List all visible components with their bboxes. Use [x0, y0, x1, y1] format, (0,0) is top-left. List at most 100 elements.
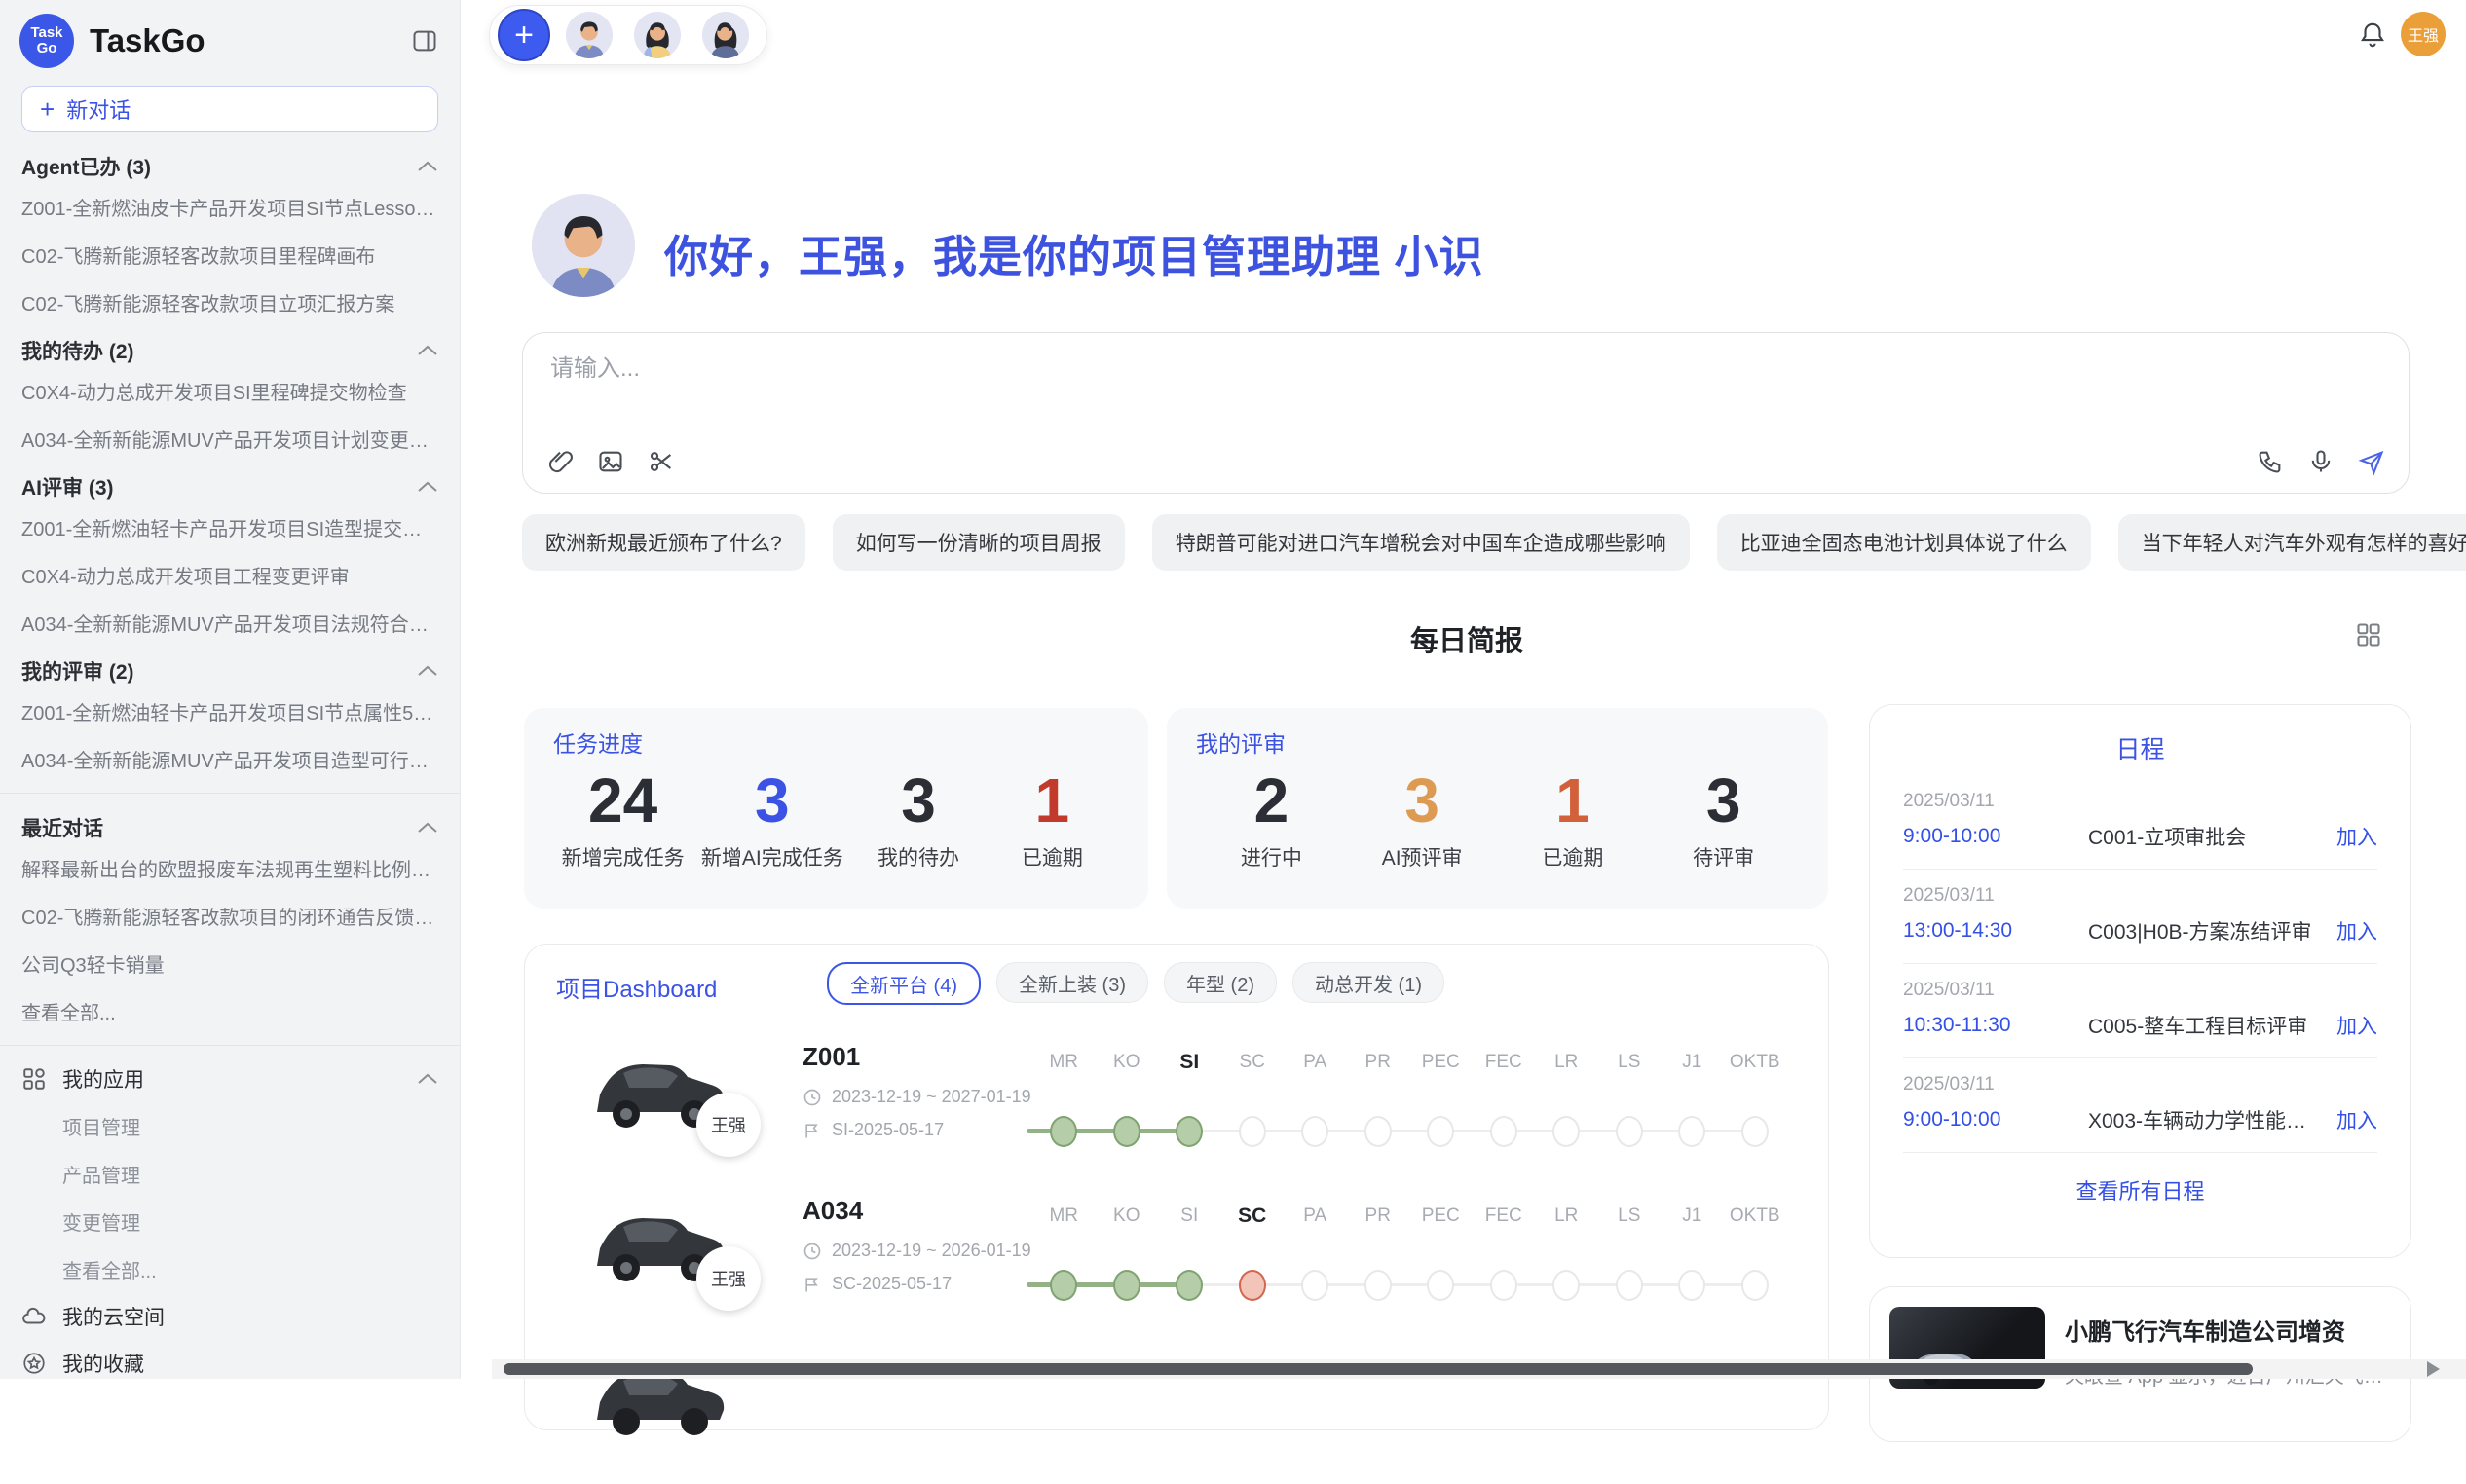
send-icon[interactable] [2358, 448, 2385, 475]
milestone-node [1427, 1116, 1454, 1147]
app-sub-item[interactable]: 查看全部... [0, 1245, 460, 1293]
sidebar-section-header[interactable]: Agent已办 (3) [0, 142, 460, 183]
scrollbar-thumb[interactable] [504, 1363, 2253, 1375]
chevron-up-icon[interactable] [417, 481, 438, 493]
app-title: TaskGo [90, 22, 411, 59]
suggestion-chip[interactable]: 特朗普可能对进口汽车增税会对中国车企造成哪些影响 [1152, 514, 1690, 571]
milestone-label: MR [1032, 1052, 1096, 1073]
join-link[interactable]: 加入 [2336, 1011, 2377, 1040]
sidebar-section-recent[interactable]: 最近对话 [0, 803, 460, 844]
recent-chat-item[interactable]: C02-飞腾新能源轻客改款项目的闭环通告反馈情况 [0, 892, 460, 940]
horizontal-scrollbar[interactable] [492, 1359, 2466, 1379]
sidebar-section-header[interactable]: 我的待办 (2) [0, 326, 460, 367]
chevron-up-icon[interactable] [417, 822, 438, 834]
join-link[interactable]: 加入 [2336, 916, 2377, 946]
attachment-icon[interactable] [546, 448, 574, 475]
sidebar: Task Go TaskGo + 新对话 Agent已办 (3) Z001-全新… [0, 0, 461, 1379]
milestone: LS [1598, 1206, 1662, 1301]
sidebar-section-header[interactable]: 我的评审 (2) [0, 647, 460, 687]
agent-avatar-2[interactable] [634, 12, 681, 58]
suggestion-chip[interactable]: 当下年轻人对汽车外观有怎样的喜好趋势 [2118, 514, 2466, 571]
stat-value: 2 [1213, 764, 1329, 836]
user-avatar[interactable]: 王强 [2401, 12, 2446, 56]
sidebar-task-item[interactable]: C0X4-动力总成开发项目工程变更评审 [0, 551, 460, 599]
recent-chat-item[interactable]: 公司Q3轻卡销量 [0, 940, 460, 987]
join-link[interactable]: 加入 [2336, 1105, 2377, 1134]
assistant-avatar [532, 194, 635, 297]
flag-icon [803, 1275, 822, 1294]
suggestion-chip[interactable]: 如何写一份清晰的项目周报 [833, 514, 1125, 571]
dashboard-tab[interactable]: 全新上装 (3) [996, 962, 1148, 1003]
suggestion-chip[interactable]: 比亚迪全固态电池计划具体说了什么 [1717, 514, 2091, 571]
project-row-partial[interactable] [525, 1330, 1830, 1484]
sidebar-task-item[interactable]: C02-飞腾新能源轻客改款项目立项汇报方案 [0, 278, 460, 326]
sidebar-item-my-apps[interactable]: 我的应用 [0, 1056, 460, 1102]
schedule-event: 2025/03/11 9:00-10:00 X003-车辆动力学性能验... 加… [1903, 1058, 2377, 1153]
chevron-up-icon[interactable] [417, 345, 438, 356]
join-link[interactable]: 加入 [2336, 822, 2377, 851]
milestone-node [1301, 1270, 1328, 1301]
dashboard-tab[interactable]: 动总开发 (1) [1292, 962, 1444, 1003]
milestone: SC [1221, 1052, 1285, 1147]
sidebar-task-item[interactable]: A034-全新新能源MUV产品开发项目计划变更表编写 [0, 415, 460, 463]
sidebar-task-item[interactable]: C02-飞腾新能源轻客改款项目里程碑画布 [0, 231, 460, 278]
milestone-label: LS [1598, 1052, 1662, 1073]
stat-value: 3 [1665, 764, 1782, 836]
add-agent-button[interactable]: + [498, 9, 550, 61]
sidebar-task-item[interactable]: Z001-全新燃油皮卡产品开发项目SI节点Lesson Learn报告 [0, 183, 460, 231]
project-dates: 2023-12-19 ~ 2026-01-19 [803, 1241, 1031, 1261]
dashboard-tab[interactable]: 全新平台 (4) [827, 962, 981, 1005]
agent-avatar-3[interactable] [702, 12, 749, 58]
image-icon[interactable] [597, 448, 624, 475]
milestone: SI [1158, 1052, 1221, 1147]
sidebar-task-item[interactable]: Z001-全新燃油轻卡产品开发项目SI节点属性5D文件评审 [0, 687, 460, 735]
card-title: 我的评审 [1196, 725, 1799, 759]
milestone-label: PEC [1409, 1052, 1473, 1073]
app-sub-item[interactable]: 产品管理 [0, 1150, 460, 1198]
phone-icon[interactable] [2257, 448, 2284, 475]
microphone-icon[interactable] [2307, 448, 2335, 475]
milestone-label: OKTB [1724, 1052, 1787, 1073]
recent-chat-item[interactable]: 解释最新出台的欧盟报废车法规再生塑料比例被调至15%... [0, 844, 460, 892]
suggestion-chips: 欧洲新规最近颁布了什么? 如何写一份清晰的项目周报 特朗普可能对进口汽车增税会对… [522, 514, 2411, 571]
sidebar-task-item[interactable]: A034-全新新能源MUV产品开发项目造型可行性评审 [0, 735, 460, 783]
chat-input[interactable] [548, 354, 2111, 384]
milestone-node [1490, 1116, 1517, 1147]
sidebar-item-favorites[interactable]: 我的收藏 [0, 1340, 460, 1379]
milestone-label: PA [1284, 1052, 1347, 1073]
chevron-up-icon[interactable] [417, 161, 438, 172]
sidebar-task-item[interactable]: C0X4-动力总成开发项目SI里程碑提交物检查 [0, 367, 460, 415]
chevron-up-icon[interactable] [417, 1073, 438, 1085]
recent-chat-item[interactable]: 查看全部... [0, 987, 460, 1035]
project-row[interactable]: 王强 A034 2023-12-19 ~ 2026-01-19 SC-2025-… [525, 1176, 1830, 1330]
app-sub-item[interactable]: 变更管理 [0, 1198, 460, 1245]
new-chat-button[interactable]: + 新对话 [21, 86, 438, 132]
app-sub-item[interactable]: 项目管理 [0, 1102, 460, 1150]
sidebar-task-item[interactable]: Z001-全新燃油轻卡产品开发项目SI造型提交物评审 [0, 503, 460, 551]
milestone-label: FEC [1473, 1052, 1536, 1073]
collapse-sidebar-icon[interactable] [411, 27, 438, 55]
view-all-schedule-link[interactable]: 查看所有日程 [1903, 1153, 2377, 1227]
notification-bell-icon[interactable] [2358, 20, 2387, 50]
milestone-label: PR [1347, 1206, 1410, 1227]
suggestion-chip[interactable]: 欧洲新规最近颁布了什么? [522, 514, 805, 571]
milestone: OKTB [1724, 1052, 1787, 1147]
event-name: C001-立项审批会 [2088, 822, 2323, 851]
milestone: PR [1347, 1052, 1410, 1147]
chevron-up-icon[interactable] [417, 665, 438, 677]
layout-grid-icon[interactable] [2355, 621, 2382, 649]
stat-value: 1 [993, 764, 1110, 836]
chat-input-box[interactable] [522, 332, 2410, 494]
sidebar-section-header[interactable]: AI评审 (3) [0, 463, 460, 503]
project-code: Z001 [803, 1042, 860, 1072]
project-row[interactable]: 王强 Z001 2023-12-19 ~ 2027-01-19 SI-2025-… [525, 1022, 1830, 1176]
milestone: MR [1032, 1052, 1096, 1147]
dashboard-tab[interactable]: 年型 (2) [1164, 962, 1277, 1003]
sidebar-task-item[interactable]: A034-全新新能源MUV产品开发项目法规符合性评审 [0, 599, 460, 647]
topbar-agent-pill: + [489, 5, 767, 65]
sidebar-item-cloud-space[interactable]: 我的云空间 [0, 1293, 460, 1340]
stat-value: 1 [1514, 764, 1631, 836]
agent-avatar-1[interactable] [566, 12, 613, 58]
scroll-right-arrow[interactable] [2427, 1361, 2440, 1377]
scissors-icon[interactable] [648, 448, 675, 475]
